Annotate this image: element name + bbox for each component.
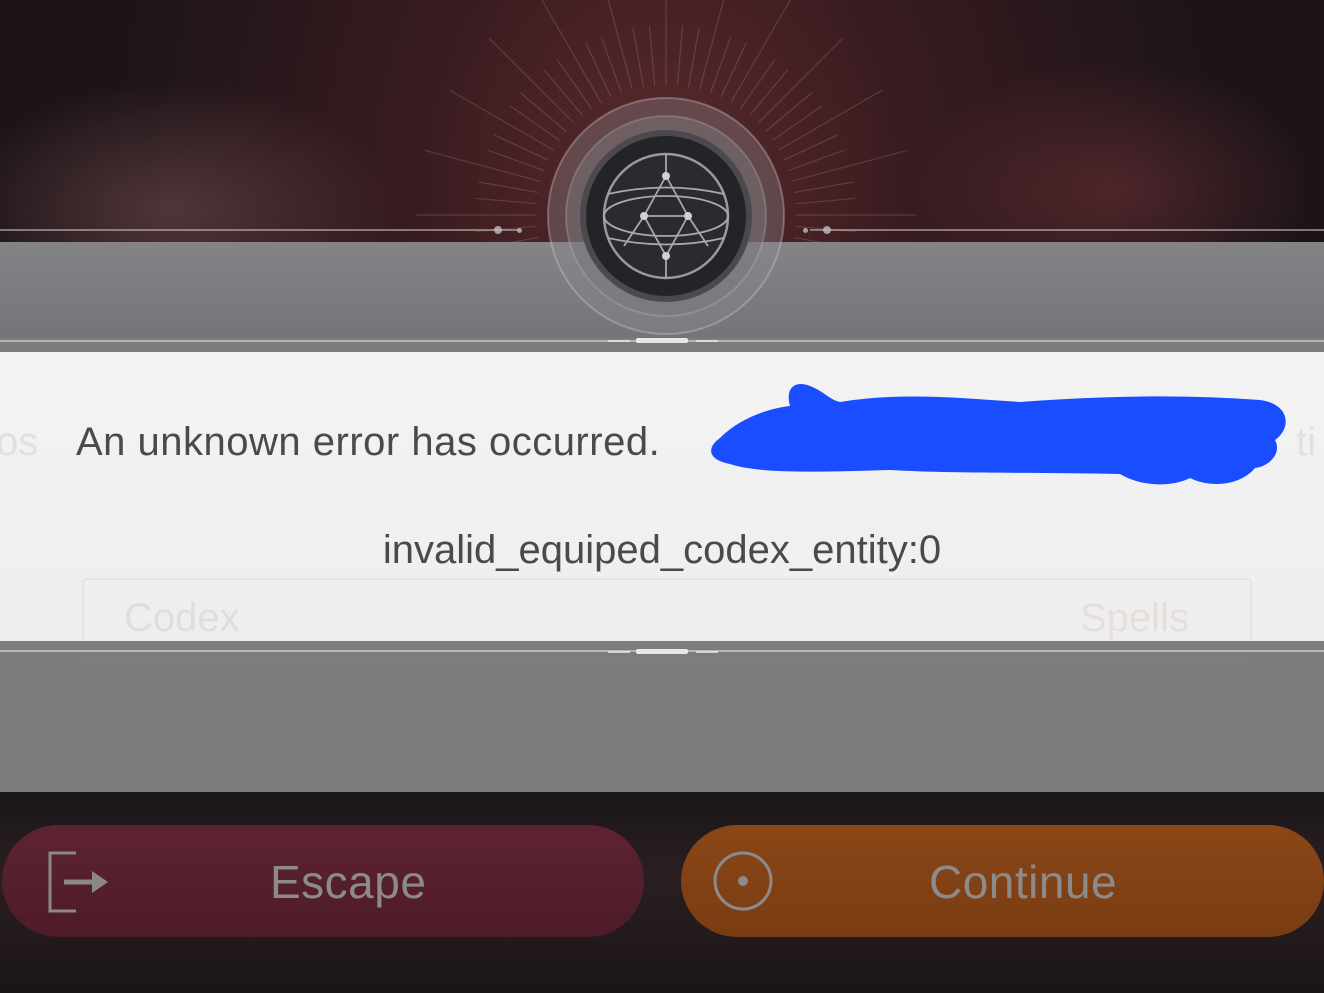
panel-tick-top	[636, 338, 688, 343]
continue-button[interactable]: Continue	[681, 825, 1324, 937]
game-screen: os ti Codex Spells An unknown error has …	[0, 0, 1324, 993]
panel-tick-side	[608, 340, 630, 342]
escape-button[interactable]: Escape	[2, 825, 644, 937]
panel-tick-side	[608, 651, 630, 653]
exit-icon	[46, 849, 112, 920]
header-line-right	[810, 229, 1324, 231]
header-dot	[803, 228, 808, 233]
panel-tick-side	[696, 651, 718, 653]
continue-label: Continue	[929, 856, 1118, 908]
ghost-text-left: os	[0, 420, 39, 464]
header-dot	[494, 226, 502, 234]
error-title: An unknown error has occurred.	[76, 420, 661, 464]
codex-emblem	[546, 96, 786, 336]
panel-tick-side	[696, 340, 718, 342]
redaction-scribble	[711, 384, 1286, 485]
globe-icon	[547, 97, 785, 335]
header-dot	[517, 228, 522, 233]
header-line-left	[0, 229, 520, 231]
error-code: invalid_equiped_codex_entity:0	[382, 528, 942, 572]
target-icon	[711, 849, 775, 918]
header-dot	[823, 226, 831, 234]
ghost-tab-spells: Spells	[1080, 596, 1189, 640]
panel-tick-bottom	[636, 649, 688, 654]
ghost-tab-codex: Codex	[124, 596, 240, 640]
escape-label: Escape	[270, 856, 427, 908]
